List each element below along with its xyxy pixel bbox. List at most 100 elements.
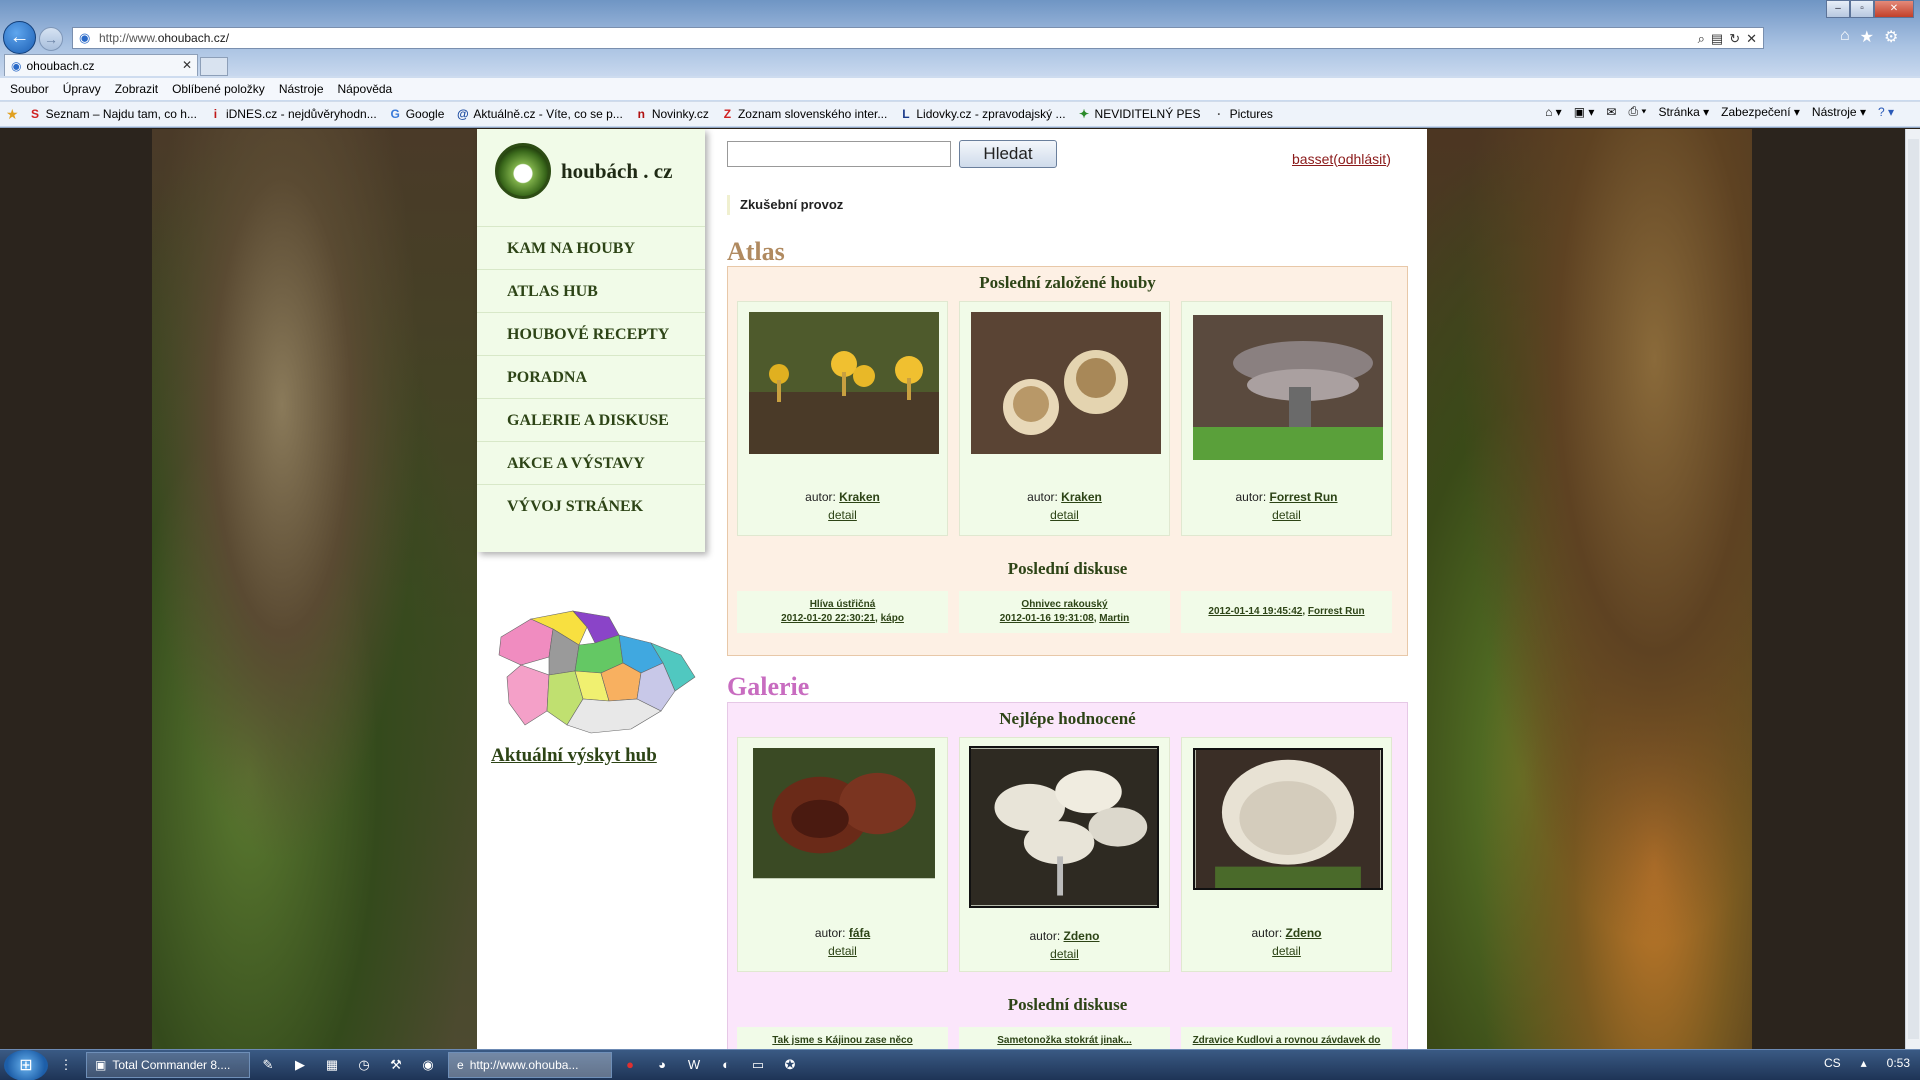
home-icon[interactable]: ⌂ (1840, 27, 1850, 47)
author-link[interactable]: Forrest Run (1270, 490, 1338, 504)
chrome-icon[interactable]: ◕ (648, 1052, 676, 1078)
scrollbar-thumb[interactable] (1908, 139, 1919, 1039)
gallery-photo[interactable] (1193, 748, 1383, 890)
menu-soubor[interactable]: Soubor (10, 82, 49, 96)
app-icon[interactable]: ✪ (776, 1052, 804, 1078)
vertical-scrollbar[interactable] (1905, 129, 1920, 1049)
author-link[interactable]: Kraken (1061, 490, 1102, 504)
compat-view-icon[interactable]: ▤ (1711, 31, 1723, 47)
menu-napoveda[interactable]: Nápověda (338, 82, 393, 96)
menu-upravy[interactable]: Úpravy (63, 82, 101, 96)
discussion-item[interactable]: 2012-01-14 19:45:42, Forrest Run (1181, 591, 1392, 633)
cmd-stranka[interactable]: Stránka ▾ (1658, 105, 1709, 119)
discussion-item[interactable]: Zdravice Kudlovi a rovnou závdavek do (1181, 1027, 1392, 1049)
media-player-icon[interactable]: ▶ (286, 1052, 314, 1078)
discussion-title[interactable]: Sametonožka stokrát jinak... (997, 1035, 1132, 1046)
favorite-link[interactable]: n Novinky.cz (635, 107, 709, 121)
discussion-title[interactable]: Hlíva ústřičná (810, 599, 876, 610)
cmd-nastroje[interactable]: Nástroje ▾ (1812, 105, 1866, 119)
pen-icon[interactable]: ✎ (254, 1052, 282, 1078)
favorite-link[interactable]: @ Aktuálně.cz - Víte, co se p... (456, 107, 623, 121)
task-total-commander[interactable]: ▣ Total Commander 8.... (86, 1052, 250, 1078)
folder-icon[interactable]: ▭ (744, 1052, 772, 1078)
help-icon[interactable]: ? ▾ (1878, 105, 1894, 119)
czech-regions-map[interactable] (491, 607, 703, 737)
favorite-link[interactable]: i iDNES.cz - nejdůvěryhodn... (209, 107, 377, 121)
network-icon[interactable]: ◐ (712, 1052, 740, 1078)
username-link[interactable]: basset (1292, 151, 1333, 167)
detail-link[interactable]: detail (738, 944, 947, 958)
settings-gear-icon[interactable]: ⚙ (1884, 27, 1898, 47)
author-link[interactable]: fáfa (849, 926, 870, 940)
home-cmd-icon[interactable]: ⌂ ▾ (1545, 105, 1562, 119)
clock-app-icon[interactable]: ◷ (350, 1052, 378, 1078)
start-button[interactable]: ⊞ (4, 1049, 48, 1080)
logout-link[interactable]: odhlásit (1338, 151, 1386, 167)
menu-zobrazit[interactable]: Zobrazit (115, 82, 158, 96)
favorites-star-icon[interactable]: ★ (6, 106, 19, 123)
menu-nastroje[interactable]: Nástroje (279, 82, 324, 96)
mushroom-photo[interactable] (971, 312, 1161, 454)
tray-arrow-icon[interactable]: ▴ (1861, 1056, 1867, 1070)
new-tab-button[interactable] (200, 57, 228, 76)
author-link[interactable]: Kraken (839, 490, 880, 504)
favorite-link[interactable]: L Lidovky.cz - zpravodajský ... (899, 107, 1065, 121)
discussion-title[interactable]: Ohnivec rakouský (1021, 599, 1107, 610)
discussion-item[interactable]: Sametonožka stokrát jinak... (959, 1027, 1170, 1049)
word-icon[interactable]: W (680, 1052, 708, 1078)
detail-link[interactable]: detail (1182, 944, 1391, 958)
tab-close-icon[interactable]: ✕ (182, 58, 192, 72)
search-icon[interactable]: ⌕ (1698, 31, 1705, 47)
mushroom-photo[interactable] (749, 312, 939, 454)
discussion-item[interactable]: Hlíva ústřičná 2012-01-20 22:30:21, kápo (737, 591, 948, 633)
site-logo[interactable]: houbách . cz (495, 143, 672, 199)
nav-galerie-a-diskuse[interactable]: GALERIE A DISKUSE (477, 398, 705, 441)
menu-oblibene[interactable]: Oblíbené položky (172, 82, 265, 96)
author-link[interactable]: Zdeno (1064, 929, 1100, 943)
discussion-item[interactable]: Tak jsme s Kájinou zase něco (737, 1027, 948, 1049)
favorites-star-icon[interactable]: ★ (1860, 27, 1874, 47)
back-button[interactable]: ← (3, 21, 36, 54)
browser-tab[interactable]: ◉ ohoubach.cz ✕ (4, 54, 198, 76)
favorite-link[interactable]: · Pictures (1213, 107, 1273, 121)
detail-link[interactable]: detail (960, 947, 1169, 961)
minimize-button[interactable]: – (1826, 0, 1850, 18)
favorite-link[interactable]: ✦ NEVIDITELNÝ PES (1078, 107, 1201, 121)
firefox-icon[interactable]: ◉ (414, 1052, 442, 1078)
gallery-photo[interactable] (749, 748, 939, 884)
discussion-user[interactable]: Martin (1099, 613, 1129, 624)
detail-link[interactable]: detail (738, 508, 947, 522)
author-link[interactable]: Zdeno (1286, 926, 1322, 940)
cmd-zabezpeceni[interactable]: Zabezpečení ▾ (1721, 105, 1800, 119)
close-window-button[interactable]: ✕ (1874, 0, 1914, 18)
nav-vyvoj-stranek[interactable]: VÝVOJ STRÁNEK (477, 484, 705, 527)
language-indicator[interactable]: CS (1824, 1056, 1841, 1070)
current-occurrence-link[interactable]: Aktuální výskyt hub (491, 745, 657, 767)
maximize-button[interactable]: ▫ (1850, 0, 1874, 18)
detail-link[interactable]: detail (1182, 508, 1391, 522)
stop-icon[interactable]: ✕ (1746, 31, 1757, 47)
discussion-title[interactable]: Tak jsme s Kájinou zase něco (772, 1035, 912, 1046)
discussion-item[interactable]: Ohnivec rakouský 2012-01-16 19:31:08, Ma… (959, 591, 1170, 633)
opera-icon[interactable]: ● (616, 1052, 644, 1078)
refresh-icon[interactable]: ↻ (1729, 31, 1740, 47)
feeds-icon[interactable]: ▣ ▾ (1574, 105, 1595, 119)
mushroom-photo[interactable] (1193, 312, 1383, 460)
tool-icon[interactable]: ⚒ (382, 1052, 410, 1078)
address-bar[interactable]: ◉ http://www. ohoubach.cz/ ⌕ ▤ ↻ ✕ (72, 27, 1764, 49)
favorite-link[interactable]: S Seznam – Najdu tam, co h... (29, 107, 197, 121)
clock[interactable]: 0:53 (1887, 1056, 1910, 1070)
forward-button[interactable]: → (39, 27, 63, 51)
nav-kam-na-houby[interactable]: KAM NA HOUBY (477, 226, 705, 269)
mail-icon[interactable]: ✉ (1606, 105, 1616, 119)
nav-atlas-hub[interactable]: ATLAS HUB (477, 269, 705, 312)
nav-akce-a-vystavy[interactable]: AKCE A VÝSTAVY (477, 441, 705, 484)
gallery-photo[interactable] (969, 746, 1159, 908)
favorite-link[interactable]: G Google (389, 107, 445, 121)
nav-poradna[interactable]: PORADNA (477, 355, 705, 398)
nav-houbove-recepty[interactable]: HOUBOVÉ RECEPTY (477, 312, 705, 355)
excel-icon[interactable]: ▦ (318, 1052, 346, 1078)
search-button[interactable]: Hledat (959, 140, 1057, 168)
discussion-title[interactable]: Zdravice Kudlovi a rovnou závdavek do (1193, 1035, 1381, 1046)
print-icon[interactable]: ⎙ ▾ (1628, 104, 1646, 119)
